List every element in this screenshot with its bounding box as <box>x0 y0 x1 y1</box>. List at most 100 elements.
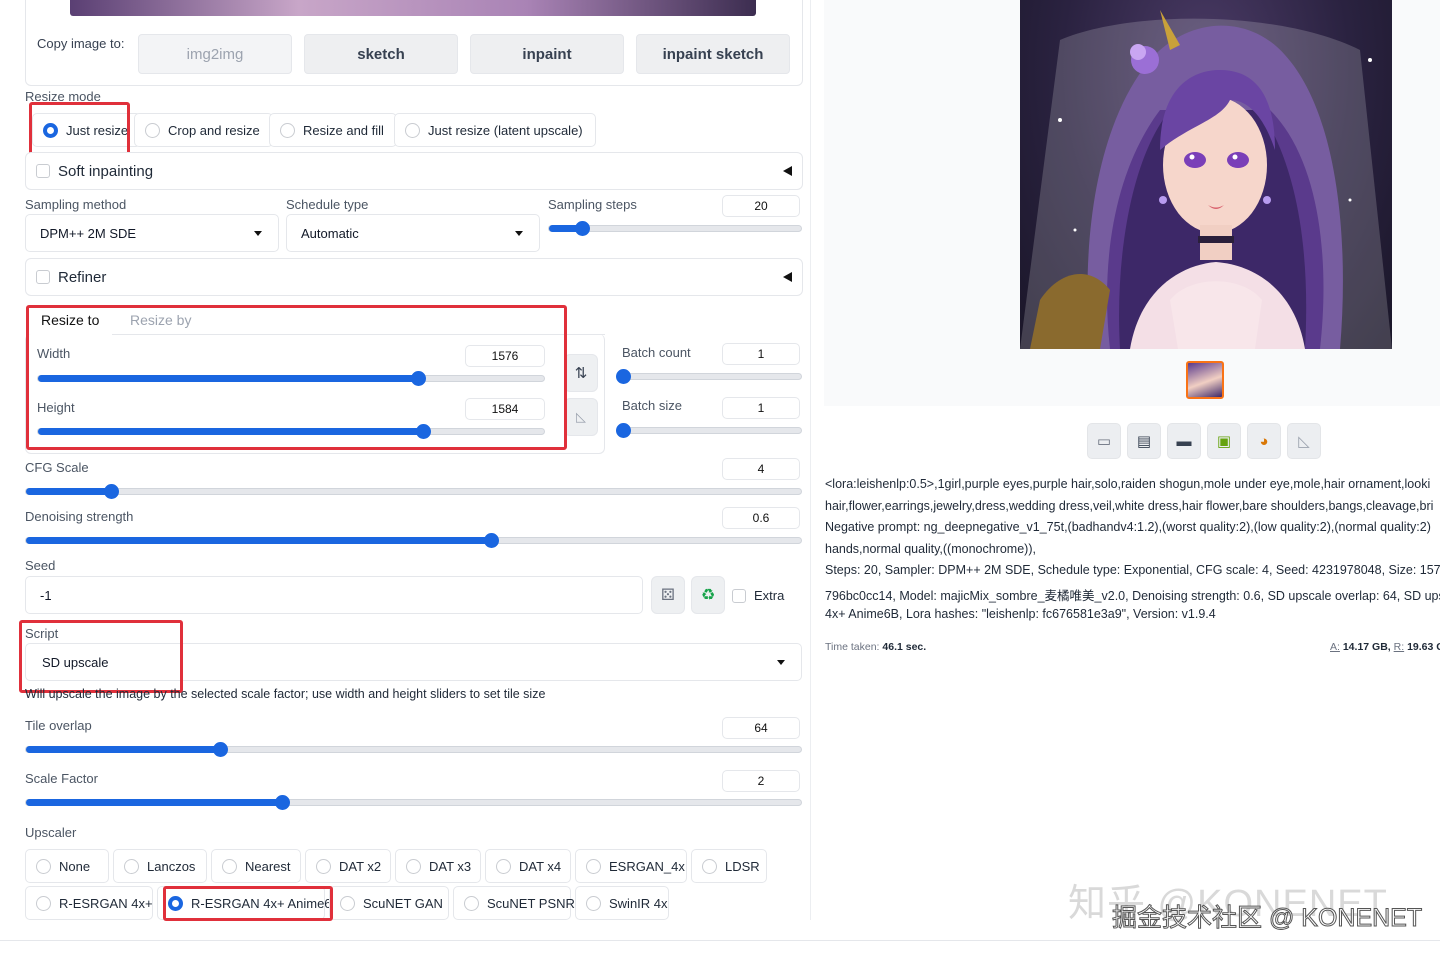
upscaler-option[interactable]: ESRGAN_4x <box>575 849 687 883</box>
upscaler-option[interactable]: DAT x3 <box>395 849 481 883</box>
soft-inpainting-checkbox[interactable] <box>36 164 50 178</box>
sampling-method-value: DPM++ 2M SDE <box>40 225 137 241</box>
tile-overlap-label: Tile overlap <box>25 718 92 733</box>
gallery-thumbnail[interactable] <box>1186 361 1224 399</box>
radio-icon <box>36 895 51 911</box>
resize-mode-latent-upscale[interactable]: Just resize (latent upscale) <box>394 113 596 147</box>
upscaler-option[interactable]: R-ESRGAN 4x+ <box>25 886 153 920</box>
ruler-icon[interactable]: ◺ <box>1287 423 1321 459</box>
highlight-box-upscaler <box>163 886 333 921</box>
sampling-steps-slider[interactable] <box>548 221 802 236</box>
generation-info-line: Steps: 20, Sampler: DPM++ 2M SDE, Schedu… <box>825 563 1440 578</box>
save-icon[interactable]: ▤ <box>1127 423 1161 459</box>
tile-overlap-input[interactable]: 64 <box>722 717 800 739</box>
copy-to-img2img-button[interactable]: img2img <box>138 34 292 74</box>
sampling-method-label: Sampling method <box>25 197 127 212</box>
aspect-ratio-icon[interactable]: ◺ <box>564 398 598 436</box>
highlight-box-resize-mode <box>29 102 130 157</box>
slider-thumb[interactable] <box>212 742 228 757</box>
swap-dimensions-icon[interactable]: ⇅ <box>564 354 598 392</box>
extra-checkbox[interactable] <box>732 588 746 603</box>
resize-mode-option-label: Resize and fill <box>303 122 384 138</box>
upscaler-option[interactable]: Nearest <box>211 849 301 883</box>
scale-factor-input[interactable]: 2 <box>722 770 800 792</box>
zip-icon[interactable]: ▬ <box>1167 423 1201 459</box>
upscaler-label: Upscaler <box>25 825 77 840</box>
watermark-juejin: 掘金技术社区 @ KONENET <box>1111 904 1423 933</box>
upscaler-option[interactable]: Lanczos <box>113 849 207 883</box>
page-bottom-border <box>0 940 1440 941</box>
copy-to-inpaint-sketch-button[interactable]: inpaint sketch <box>636 34 790 74</box>
batch-count-label: Batch count <box>622 345 691 360</box>
slider-thumb[interactable] <box>274 795 290 810</box>
upscaler-option[interactable]: ScuNET GAN <box>329 886 449 920</box>
tile-overlap-slider[interactable] <box>25 742 802 757</box>
resize-mode-option-label: Just resize (latent upscale) <box>428 122 583 138</box>
batch-count-slider[interactable] <box>616 369 802 384</box>
palette-icon[interactable]: ◕ <box>1247 423 1281 459</box>
generation-info-line: 4x+ Anime6B, Lora hashes: "leishenlp: fc… <box>825 606 1216 621</box>
seed-input[interactable]: -1 <box>25 576 643 614</box>
upscaler-option-label: Lanczos <box>147 858 196 874</box>
resize-mode-option-label: Crop and resize <box>168 122 260 138</box>
upscaler-option[interactable]: DAT x2 <box>305 849 391 883</box>
upscaler-option[interactable]: ScuNET PSNR <box>453 886 575 920</box>
resize-mode-resize-and-fill[interactable]: Resize and fill <box>269 113 397 147</box>
batch-count-input[interactable]: 1 <box>722 343 800 365</box>
folder-icon[interactable]: ▭ <box>1087 423 1121 459</box>
upscaler-option[interactable]: DAT x4 <box>485 849 571 883</box>
cfg-scale-input[interactable]: 4 <box>722 458 800 480</box>
slider-fill <box>26 537 491 544</box>
radio-icon <box>280 122 295 138</box>
refiner-checkbox[interactable] <box>36 270 50 284</box>
upscaler-option-label: None <box>59 858 91 874</box>
generated-image[interactable] <box>1020 0 1392 349</box>
batch-size-slider[interactable] <box>616 423 802 438</box>
denoising-slider[interactable] <box>25 533 802 548</box>
generation-info-line: Negative prompt: ng_deepnegative_v1_75t,… <box>825 520 1431 535</box>
extra-seed-checkbox-row[interactable]: Extra <box>732 588 784 603</box>
refiner-label: Refiner <box>58 268 107 286</box>
scale-factor-slider[interactable] <box>25 795 802 810</box>
cfg-scale-label: CFG Scale <box>25 460 89 475</box>
radio-icon <box>702 858 717 874</box>
radio-icon <box>496 858 511 874</box>
slider-thumb[interactable] <box>574 221 590 236</box>
sampling-method-dropdown[interactable]: DPM++ 2M SDE <box>25 214 279 252</box>
radio-icon <box>124 858 139 874</box>
refiner-accordion[interactable]: Refiner <box>25 258 803 296</box>
upscaler-option-label: DAT x3 <box>429 858 472 874</box>
highlight-box-resize-to <box>26 305 567 450</box>
copy-to-inpaint-button[interactable]: inpaint <box>470 34 624 74</box>
scale-factor-label: Scale Factor <box>25 771 98 786</box>
dice-icon[interactable]: ⚄ <box>651 576 685 614</box>
recycle-icon[interactable]: ♻ <box>691 576 725 614</box>
denoising-input[interactable]: 0.6 <box>722 507 800 529</box>
upscaler-option[interactable]: None <box>25 849 109 883</box>
collapse-triangle-icon[interactable] <box>783 166 792 176</box>
radio-icon <box>316 858 331 874</box>
sampling-steps-input[interactable]: 20 <box>722 195 800 217</box>
vram-a-value: 14.17 GB, <box>1342 641 1391 653</box>
slider-thumb[interactable] <box>484 533 499 548</box>
time-taken-value: 46.1 sec. <box>882 641 927 653</box>
resize-mode-crop-and-resize[interactable]: Crop and resize <box>134 113 273 147</box>
upscaler-option[interactable]: LDSR <box>691 849 767 883</box>
slider-thumb[interactable] <box>616 369 631 384</box>
highlight-box-script <box>19 620 183 693</box>
schedule-type-label: Schedule type <box>286 197 369 212</box>
upscaler-option-label: LDSR <box>725 858 760 874</box>
soft-inpainting-accordion[interactable]: Soft inpainting <box>25 152 803 190</box>
slider-thumb[interactable] <box>104 484 120 499</box>
schedule-type-dropdown[interactable]: Automatic <box>286 214 540 252</box>
image-icon[interactable]: ▣ <box>1207 423 1241 459</box>
slider-thumb[interactable] <box>616 423 631 438</box>
upscaler-option[interactable]: SwinIR 4x <box>575 886 669 920</box>
collapse-triangle-icon[interactable] <box>783 272 792 282</box>
generation-info-line: 796bc0cc14, Model: majicMix_sombre_麦橘唯美_… <box>825 589 1440 603</box>
copy-to-sketch-button[interactable]: sketch <box>304 34 458 74</box>
time-taken: Time taken: 46.1 sec. <box>825 641 926 653</box>
cfg-scale-slider[interactable] <box>25 484 802 499</box>
batch-size-input[interactable]: 1 <box>722 397 800 419</box>
radio-icon <box>405 122 420 138</box>
